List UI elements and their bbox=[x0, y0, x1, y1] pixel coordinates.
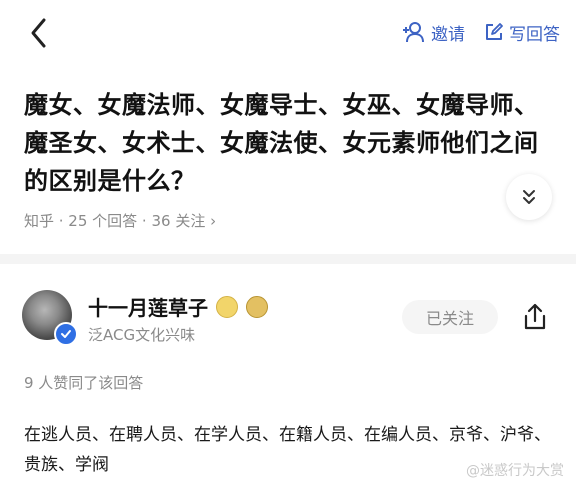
author-name[interactable]: 十一月莲草子 bbox=[88, 292, 208, 321]
edit-icon bbox=[486, 23, 503, 40]
invite-button[interactable]: 邀请 bbox=[402, 19, 465, 45]
share-icon bbox=[524, 303, 546, 330]
medal-badge-icon bbox=[246, 295, 268, 318]
invite-label: 邀请 bbox=[431, 24, 465, 45]
add-user-icon bbox=[403, 22, 424, 43]
verified-badge-icon bbox=[54, 322, 78, 346]
chevron-left-icon bbox=[31, 18, 46, 48]
watermark: @迷惑行为大赏 bbox=[466, 463, 564, 479]
creator-badge-icon bbox=[216, 295, 238, 318]
double-chevron-down-icon bbox=[523, 190, 535, 204]
author-row: 十一月莲草子 bbox=[88, 292, 268, 321]
top-bar: 邀请 写回答 bbox=[0, 0, 576, 64]
likes-count: 9 人赞同了该回答 bbox=[24, 374, 144, 392]
section-divider bbox=[0, 254, 576, 264]
follow-button[interactable]: 已关注 bbox=[402, 300, 498, 334]
write-answer-label: 写回答 bbox=[509, 24, 560, 45]
write-answer-button[interactable]: 写回答 bbox=[484, 19, 560, 45]
back-button[interactable] bbox=[26, 16, 54, 50]
collapse-button[interactable] bbox=[506, 174, 552, 220]
question-meta[interactable]: 知乎 · 25 个回答 · 36 关注 › bbox=[24, 210, 216, 231]
share-button[interactable] bbox=[520, 302, 550, 332]
question-title[interactable]: 魔女、女魔法师、女魔导士、女巫、女魔导师、魔圣女、女术士、女魔法使、女元素师他们… bbox=[24, 86, 544, 200]
author-tagline: 泛ACG文化兴味 bbox=[88, 326, 196, 344]
